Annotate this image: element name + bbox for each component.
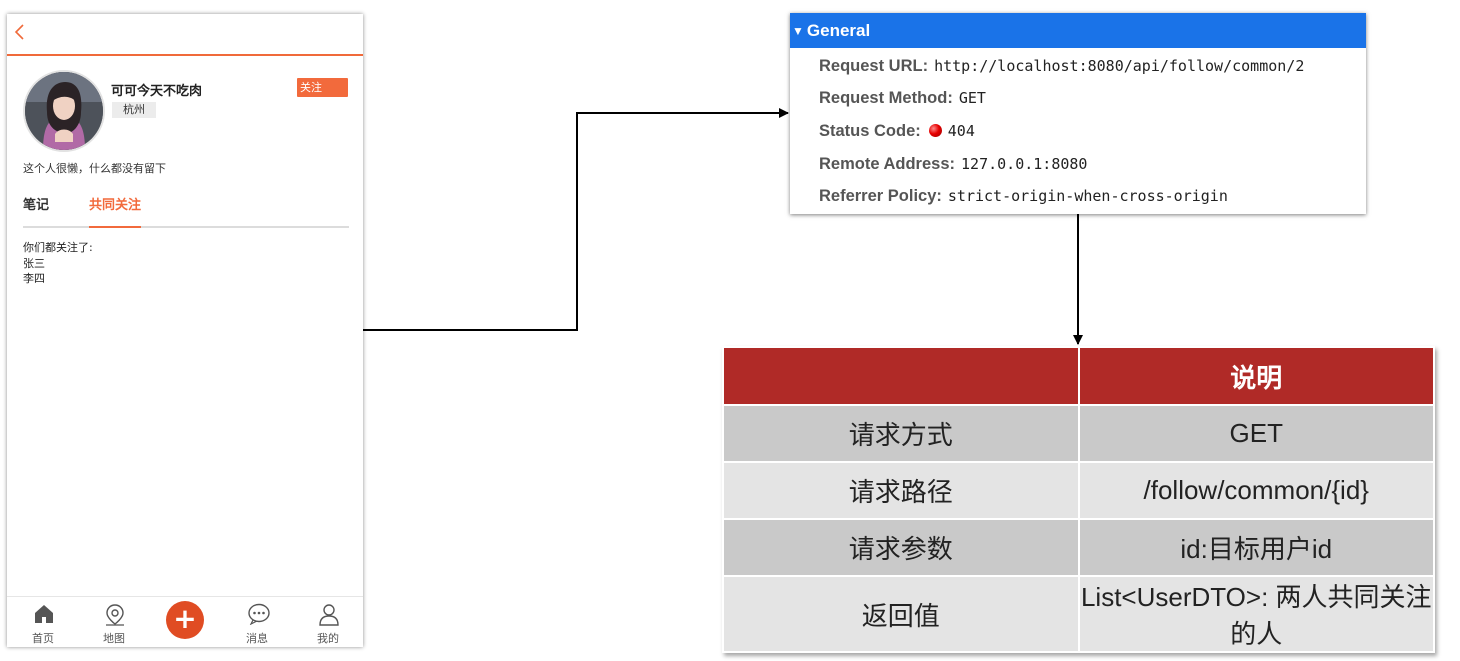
caret-down-icon: ▼ <box>792 24 804 38</box>
table-value-cell: id:目标用户id <box>1077 518 1435 577</box>
table-value-cell: List<UserDTO>: 两人共同关注的人 <box>1077 575 1435 653</box>
home-icon <box>35 605 53 623</box>
message-icon <box>248 603 270 625</box>
table-row: 返回值 List<UserDTO>: 两人共同关注的人 <box>722 575 1435 653</box>
table-header-row: 说明 <box>722 346 1435 406</box>
common-follows-heading: 你们都关注了: <box>23 241 93 254</box>
devtools-general-panel: ▼ General Request URL: http://localhost:80… <box>790 13 1366 214</box>
request-url-value: http://localhost:8080/api/follow/common/… <box>934 57 1305 75</box>
tabbar-item-me[interactable]: 我的 <box>298 597 358 647</box>
request-method-row: Request Method: GET <box>819 86 986 110</box>
status-code-row: Status Code: 404 <box>819 119 975 143</box>
tabbar-label: 地图 <box>103 632 125 645</box>
tabbar-label: 首页 <box>32 632 54 645</box>
referrer-policy-value: strict-origin-when-cross-origin <box>947 187 1228 205</box>
remote-address-key: Remote Address: <box>819 155 956 173</box>
table-value-cell: GET <box>1077 404 1435 463</box>
avatar[interactable] <box>23 70 105 152</box>
request-url-row: Request URL: http://localhost:8080/api/fo… <box>819 54 1304 78</box>
table-header-cell <box>722 346 1080 406</box>
referrer-policy-key: Referrer Policy: <box>819 187 942 205</box>
city-tag: 杭州 <box>112 102 156 118</box>
general-section-header[interactable]: ▼ General <box>790 13 1366 48</box>
list-item[interactable]: 李四 <box>23 271 93 287</box>
table-header-cell: 说明 <box>1077 346 1435 406</box>
request-method-value: GET <box>958 89 986 107</box>
tabbar-item-map[interactable]: 地图 <box>84 597 144 647</box>
top-bar <box>7 14 363 56</box>
tabbar-item-home[interactable]: 首页 <box>13 597 73 647</box>
table-key-cell: 请求路径 <box>722 461 1080 520</box>
tab-notes[interactable]: 笔记 <box>23 198 49 226</box>
table-key-cell: 返回值 <box>722 575 1080 653</box>
tabbar-item-messages[interactable]: 消息 <box>227 597 287 647</box>
bottom-tab-bar: 首页 地图 + 消息 我的 <box>7 596 363 647</box>
request-url-key: Request URL: <box>819 57 929 75</box>
status-code-value: 404 <box>947 122 975 140</box>
section-title: General <box>806 21 871 40</box>
table-row: 请求路径 /follow/common/{id} <box>722 461 1435 520</box>
table-key-cell: 请求方式 <box>722 404 1080 463</box>
api-spec-table: 说明 请求方式 GET 请求路径 /follow/common/{id} 请求参… <box>722 346 1435 653</box>
back-arrow-icon[interactable] <box>13 22 27 42</box>
status-error-dot-icon <box>928 124 942 137</box>
profile-tabs: 笔记 共同关注 <box>23 198 349 228</box>
status-code-key: Status Code: <box>819 122 921 140</box>
table-row: 请求方式 GET <box>722 404 1435 463</box>
table-row: 请求参数 id:目标用户id <box>722 518 1435 577</box>
tabbar-label: 消息 <box>246 632 268 645</box>
map-pin-icon <box>106 604 124 626</box>
common-follows-list: 你们都关注了: 张三 李四 <box>23 240 93 287</box>
plus-icon[interactable]: + <box>166 601 204 639</box>
follow-button[interactable]: 关注 <box>297 78 348 97</box>
table-key-cell: 请求参数 <box>722 518 1080 577</box>
remote-address-value: 127.0.0.1:8080 <box>961 155 1088 173</box>
tab-common-follows[interactable]: 共同关注 <box>89 198 142 228</box>
user-icon <box>319 604 339 626</box>
tabbar-label: 我的 <box>317 632 339 645</box>
list-item[interactable]: 张三 <box>23 256 93 272</box>
user-intro: 这个人很懒，什么都没有留下 <box>23 162 166 175</box>
table-value-cell: /follow/common/{id} <box>1077 461 1435 520</box>
request-method-key: Request Method: <box>819 89 953 107</box>
referrer-policy-row: Referrer Policy: strict-origin-when-cross… <box>819 184 1228 208</box>
phone-screen: 可可今天不吃肉 杭州 关注 这个人很懒，什么都没有留下 笔记 共同关注 你们都关… <box>7 14 363 647</box>
remote-address-row: Remote Address: 127.0.0.1:8080 <box>819 152 1087 176</box>
nickname: 可可今天不吃肉 <box>111 84 203 99</box>
arrow-phone-to-devtools <box>363 108 789 331</box>
